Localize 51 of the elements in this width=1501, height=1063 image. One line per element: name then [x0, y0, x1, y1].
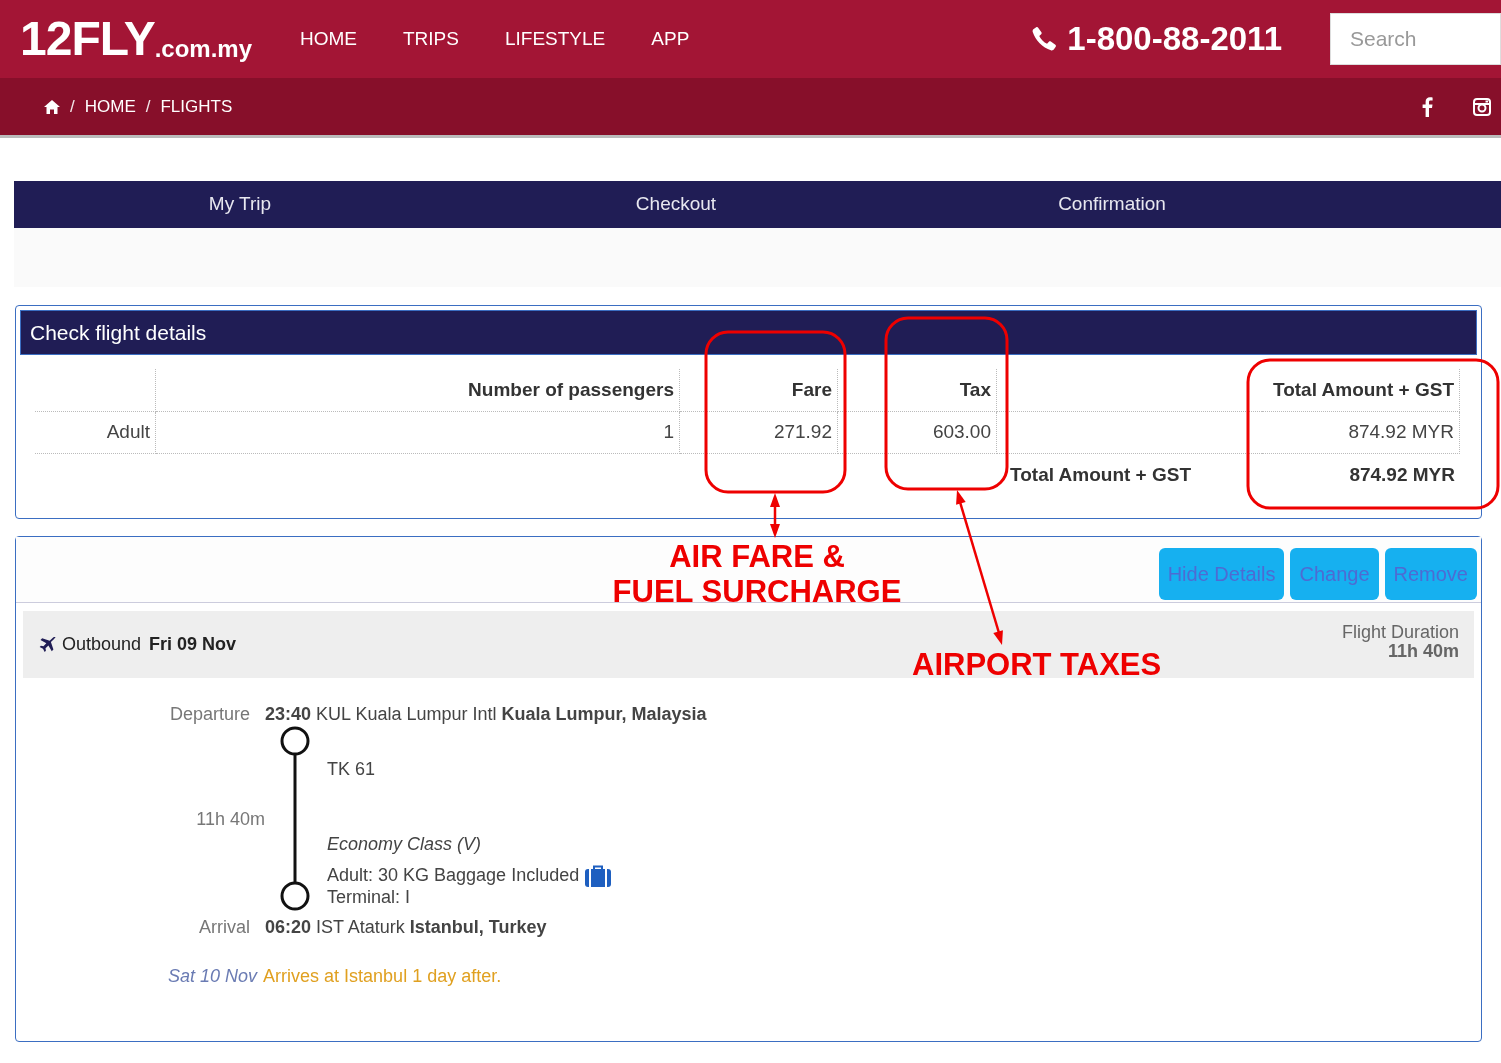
endpoint-details: 23:40 KUL Kuala Lumpur Intl Kuala Lumpur, Malaysia — [265, 703, 707, 726]
home-icon[interactable] — [44, 99, 60, 114]
annotation-label: FUEL SURCHARGE — [612, 574, 902, 609]
step-tab[interactable]: Confirmation — [894, 190, 1330, 219]
instagram-icon[interactable] — [1473, 97, 1491, 116]
column-header: Fare — [680, 369, 838, 412]
facebook-icon[interactable] — [1422, 96, 1433, 117]
direction-label: Outbound — [62, 633, 142, 656]
flight-date: Fri 09 Nov — [149, 633, 237, 656]
endpoint-details: 06:20 IST Ataturk Istanbul, Turkey — [265, 916, 547, 939]
arrival-note: Arrives at Istanbul 1 day after. — [263, 965, 502, 988]
table-cell: 603.00 — [838, 412, 997, 454]
annotation-label: AIRPORT TAXES — [912, 647, 1162, 682]
total-value: 874.92 MYR — [1349, 463, 1455, 488]
endpoint-label: Arrival — [198, 916, 250, 939]
column-header: Number of passengers — [156, 369, 680, 412]
breadcrumb-link[interactable]: FLIGHTS — [160, 93, 233, 120]
flight-number: TK 61 — [327, 758, 377, 781]
phone-number[interactable]: 1-800-88-2011 — [1067, 14, 1282, 64]
nav-link[interactable]: LIFESTYLE — [504, 24, 606, 54]
flight-duration: 11h 40m — [1387, 641, 1459, 661]
column-header: Total Amount + GST — [1262, 369, 1460, 412]
table-cell: 1 — [156, 412, 680, 454]
site-logo[interactable]: 12FLY.com.my — [20, 15, 252, 63]
duration-label: Flight Duration — [1341, 622, 1459, 642]
nav-link[interactable]: APP — [651, 24, 690, 54]
breadcrumb-separator: / — [70, 95, 75, 118]
annotation-arrow — [770, 493, 780, 538]
baggage-allowance: Adult: 30 KG Baggage Included — [327, 864, 580, 887]
nav-link[interactable]: HOME — [300, 24, 357, 54]
column-header: Tax — [838, 369, 997, 412]
card-title: Check flight details — [30, 319, 207, 346]
airplane-icon — [38, 634, 58, 655]
step-tab[interactable]: My Trip — [22, 190, 458, 219]
breadcrumb-link[interactable]: HOME — [84, 93, 136, 120]
terminal-info: Terminal: I — [327, 886, 412, 908]
nav-link[interactable]: TRIPS — [403, 24, 459, 54]
phone-icon — [1031, 26, 1058, 52]
table-cell: 874.92 MYR — [1262, 412, 1460, 454]
table-cell: Adult — [35, 412, 156, 454]
arrival-date: Sat 10 Nov — [168, 965, 258, 988]
search-field[interactable]: Search — [1330, 13, 1501, 65]
table-cell: 271.92 — [680, 412, 838, 454]
leg-duration: 11h 40m — [196, 808, 265, 831]
suitcase-icon — [585, 864, 612, 887]
annotation-label: AIR FARE & — [669, 539, 845, 574]
breadcrumb-separator: / — [145, 95, 151, 118]
total-label: Total Amount + GST — [1010, 463, 1192, 488]
step-tab[interactable]: Checkout — [458, 190, 894, 219]
endpoint-label: Departure — [168, 703, 250, 726]
cabin-class: Economy Class (V) — [327, 833, 483, 856]
